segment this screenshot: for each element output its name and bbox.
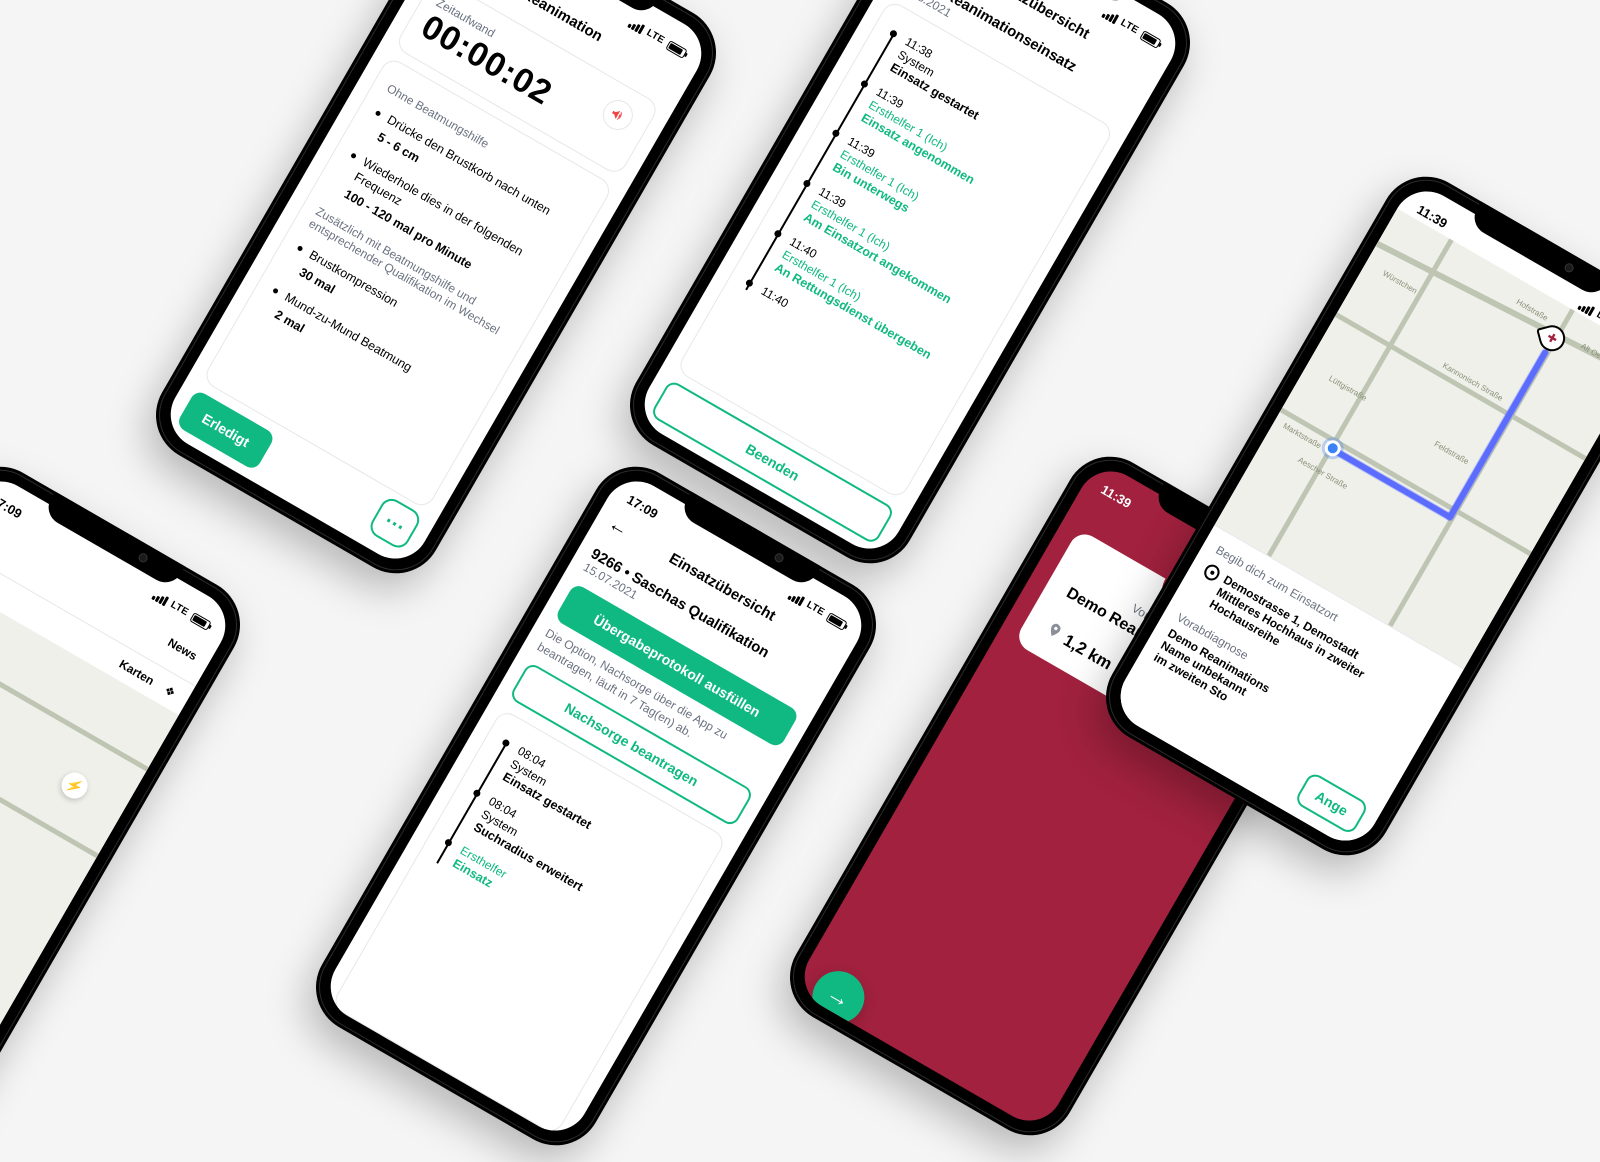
- street-label: Alt Oesten: [1579, 341, 1600, 367]
- avatar[interactable]: [0, 514, 4, 555]
- street-label: Würstchen: [1381, 269, 1419, 296]
- ellipsis-icon: ⋯: [380, 507, 410, 539]
- street-label: Feldstraße: [1433, 439, 1471, 466]
- home-screen: 17:09 LTE News Karten ❖ ⚡ Verfügbar: [0, 469, 238, 1143]
- speaker-icon: [607, 104, 629, 126]
- location-pin-icon: [1201, 562, 1222, 584]
- timeline: 11:38SystemEinsatz gestartet11:39Ersthel…: [741, 24, 1092, 402]
- street-label: Marktstraße: [1281, 421, 1322, 450]
- tab-news[interactable]: News: [165, 635, 199, 663]
- arrow-right-icon: →: [821, 979, 856, 1015]
- status-time: 11:39: [1098, 482, 1134, 511]
- card-icon: ❖: [162, 682, 178, 700]
- back-icon[interactable]: ←: [605, 513, 632, 540]
- accept-fab[interactable]: →: [803, 962, 874, 1033]
- aed-pin-icon: ⚡: [57, 768, 93, 804]
- distance-metric: 1,2 km: [1041, 619, 1116, 674]
